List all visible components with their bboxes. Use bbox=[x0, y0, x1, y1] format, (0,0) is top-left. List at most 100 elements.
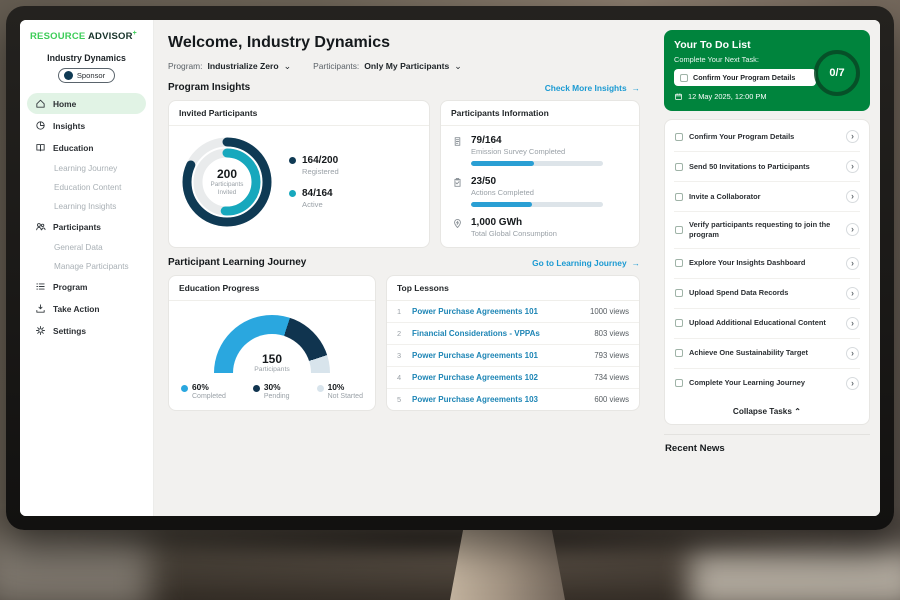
chevron-right-icon[interactable]: › bbox=[846, 190, 859, 203]
sponsor-badge[interactable]: Sponsor bbox=[58, 68, 115, 83]
collapse-tasks-link[interactable]: Collapse Tasks ⌃ bbox=[674, 398, 860, 422]
todo-progress-ring: 0/7 bbox=[814, 50, 860, 96]
legend-dot bbox=[317, 385, 324, 392]
task-row-achieve-sustainability-target[interactable]: Achieve One Sustainability Target › bbox=[674, 339, 860, 369]
stat-global-consumption: 1,000 GWh Total Global Consumption bbox=[452, 217, 628, 238]
task-row-upload-educational-content[interactable]: Upload Additional Educational Content › bbox=[674, 309, 860, 339]
card-title: Participants Information bbox=[441, 101, 639, 126]
participants-icon bbox=[35, 221, 46, 232]
sidebar-item-label: Take Action bbox=[53, 304, 100, 314]
lesson-rank: 2 bbox=[397, 329, 405, 338]
program-filter-dropdown[interactable]: Program: Industrialize Zero ⌄ bbox=[168, 61, 291, 71]
task-row-explore-insights[interactable]: Explore Your Insights Dashboard › bbox=[674, 249, 860, 279]
task-row-send-invitations[interactable]: Send 50 Invitations to Participants › bbox=[674, 152, 860, 182]
card-title: Invited Participants bbox=[169, 101, 429, 126]
stat-value: 79/164 bbox=[471, 135, 603, 146]
chevron-down-icon[interactable]: ⌄ bbox=[284, 64, 292, 69]
caret-up-icon: ⌃ bbox=[794, 407, 801, 416]
todo-due-date: 12 May 2025, 12:00 PM bbox=[688, 92, 766, 101]
lesson-views: 803 views bbox=[594, 329, 629, 338]
arrow-right-icon: → bbox=[632, 83, 640, 93]
chevron-right-icon[interactable]: › bbox=[846, 160, 859, 173]
chevron-down-icon[interactable]: ⌄ bbox=[454, 64, 462, 69]
checkbox[interactable] bbox=[675, 289, 683, 297]
sidebar: RESOURCE ADVISOR+ Industry Dynamics Spon… bbox=[20, 20, 154, 516]
checkbox[interactable] bbox=[675, 133, 683, 141]
checkbox[interactable] bbox=[675, 193, 683, 201]
legend-label: Pending bbox=[253, 393, 290, 400]
gauge-center-label: Participants bbox=[214, 366, 330, 373]
invited-participants-card: Invited Participants 200 Participants In… bbox=[168, 100, 430, 248]
chevron-right-icon[interactable]: › bbox=[846, 257, 859, 270]
legend-label: Registered bbox=[302, 167, 339, 176]
next-task-row[interactable]: Confirm Your Program Details bbox=[674, 69, 816, 86]
sidebar-item-education[interactable]: Education bbox=[27, 137, 146, 158]
sidebar-item-home[interactable]: Home bbox=[27, 93, 146, 114]
lesson-rank: 1 bbox=[397, 307, 405, 316]
sidebar-subitem-learning-insights[interactable]: Learning Insights bbox=[27, 197, 146, 215]
brand-primary: RESOURCE bbox=[30, 31, 85, 42]
sidebar-item-program[interactable]: Program bbox=[27, 276, 146, 297]
chevron-right-icon[interactable]: › bbox=[846, 287, 859, 300]
card-title: Top Lessons bbox=[387, 276, 639, 301]
top-lessons-card: Top Lessons 1 Power Purchase Agreements … bbox=[386, 275, 640, 411]
legend-value: 84/164 bbox=[302, 188, 333, 199]
checkbox[interactable] bbox=[675, 379, 683, 387]
donut-center-label: Participants Invited bbox=[205, 181, 249, 197]
stat-label: Emission Survey Completed bbox=[471, 147, 603, 156]
sidebar-subitem-learning-journey[interactable]: Learning Journey bbox=[27, 159, 146, 177]
task-row-invite-collaborator[interactable]: Invite a Collaborator › bbox=[674, 182, 860, 212]
sidebar-subitem-manage-participants[interactable]: Manage Participants bbox=[27, 257, 146, 275]
lesson-link[interactable]: Power Purchase Agreements 101 bbox=[412, 351, 587, 360]
sidebar-item-label: Education Content bbox=[54, 183, 121, 192]
sidebar-item-participants[interactable]: Participants bbox=[27, 216, 146, 237]
check-more-insights-link[interactable]: Check More Insights → bbox=[545, 83, 640, 93]
chevron-right-icon[interactable]: › bbox=[846, 317, 859, 330]
checkbox[interactable] bbox=[675, 319, 683, 327]
sidebar-item-label: Insights bbox=[53, 121, 85, 131]
lesson-views: 734 views bbox=[594, 373, 629, 382]
lesson-row: 3 Power Purchase Agreements 101 793 view… bbox=[387, 345, 639, 367]
sidebar-item-take-action[interactable]: Take Action bbox=[27, 298, 146, 319]
donut-legend: 164/200 Registered 84/164 Active bbox=[289, 155, 339, 209]
sidebar-item-settings[interactable]: Settings bbox=[27, 320, 146, 341]
lesson-link[interactable]: Power Purchase Agreements 101 bbox=[412, 307, 583, 316]
stat-actions-completed: 23/50 Actions Completed bbox=[452, 176, 628, 207]
sidebar-item-insights[interactable]: Insights bbox=[27, 115, 146, 136]
checkbox[interactable] bbox=[675, 163, 683, 171]
task-row-verify-participants[interactable]: Verify participants requesting to join t… bbox=[674, 212, 860, 249]
legend-item-completed: 60% Completed bbox=[181, 382, 226, 400]
todo-panel: Your To Do List Complete Your Next Task:… bbox=[654, 20, 880, 516]
sidebar-subitem-education-content[interactable]: Education Content bbox=[27, 178, 146, 196]
donut-center-value: 200 bbox=[217, 167, 237, 181]
participants-filter-dropdown[interactable]: Participants: Only My Participants ⌄ bbox=[313, 61, 462, 71]
task-row-upload-spend-data[interactable]: Upload Spend Data Records › bbox=[674, 279, 860, 309]
checkbox[interactable] bbox=[680, 74, 688, 82]
calendar-icon bbox=[674, 92, 683, 101]
lesson-link[interactable]: Financial Considerations - VPPAs bbox=[412, 329, 587, 338]
go-to-learning-journey-link[interactable]: Go to Learning Journey → bbox=[532, 258, 640, 268]
lesson-row: 4 Power Purchase Agreements 102 734 view… bbox=[387, 367, 639, 389]
chevron-right-icon[interactable]: › bbox=[846, 130, 859, 143]
survey-icon bbox=[452, 136, 463, 147]
checkbox[interactable] bbox=[675, 259, 683, 267]
sidebar-item-label: Learning Journey bbox=[54, 164, 117, 173]
program-filter-value: Industrialize Zero bbox=[207, 61, 278, 71]
brand-plus: + bbox=[133, 30, 137, 37]
chevron-right-icon[interactable]: › bbox=[846, 347, 859, 360]
lesson-link[interactable]: Power Purchase Agreements 103 bbox=[412, 395, 587, 404]
lesson-link[interactable]: Power Purchase Agreements 102 bbox=[412, 373, 587, 382]
org-name: Industry Dynamics bbox=[27, 53, 146, 63]
sidebar-subitem-general-data[interactable]: General Data bbox=[27, 238, 146, 256]
task-row-complete-learning-journey[interactable]: Complete Your Learning Journey › bbox=[674, 369, 860, 398]
legend-pct: 30% bbox=[264, 382, 281, 392]
chevron-right-icon[interactable]: › bbox=[846, 377, 859, 390]
checkbox[interactable] bbox=[675, 226, 683, 234]
filters-row: Program: Industrialize Zero ⌄ Participan… bbox=[168, 61, 640, 71]
task-row-confirm-program[interactable]: Confirm Your Program Details › bbox=[674, 122, 860, 152]
chevron-right-icon[interactable]: › bbox=[846, 223, 859, 236]
progress-bar bbox=[471, 161, 603, 166]
checkbox[interactable] bbox=[675, 349, 683, 357]
next-task-label: Confirm Your Program Details bbox=[693, 73, 795, 82]
section-title: Participant Learning Journey bbox=[168, 257, 306, 268]
